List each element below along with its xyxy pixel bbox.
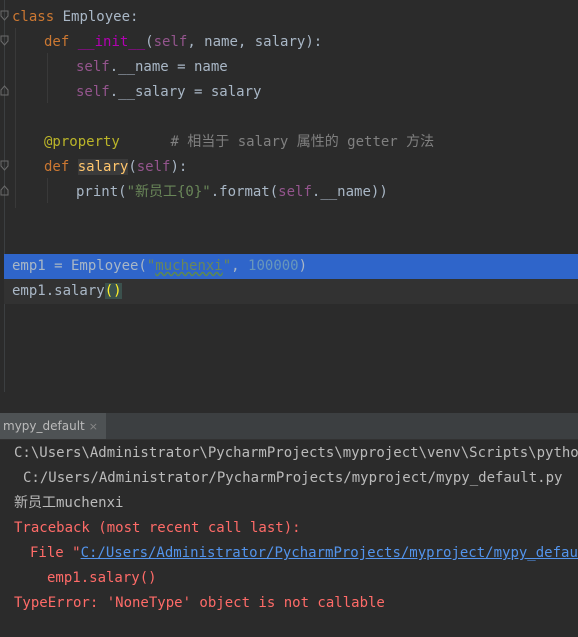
paren: (	[128, 159, 137, 175]
fold-collapse-icon[interactable]	[0, 10, 9, 21]
code-editor[interactable]: class Employee: def __init__(self, name,…	[0, 0, 578, 392]
keyword: class	[12, 9, 55, 25]
indent-guide	[15, 28, 16, 208]
statement: .__name))	[311, 184, 388, 200]
code-line-8: print("新员工{0}".format(self.__name))	[76, 180, 388, 205]
paren: )	[298, 258, 308, 274]
traceback-file-line: File "C:/Users/Administrator/PycharmProj…	[30, 541, 578, 566]
string-literal: muchenxi	[155, 258, 223, 274]
fold-end-icon[interactable]	[0, 85, 9, 96]
function-name: __init__	[77, 34, 146, 50]
fold-collapse-icon[interactable]	[0, 160, 9, 171]
paren: ):	[170, 159, 188, 175]
statement: emp1 = Employee(	[12, 258, 147, 274]
statement: .__name = name	[109, 59, 228, 75]
self-keyword: self	[278, 184, 312, 200]
method-call: .format(	[210, 184, 279, 200]
panel-splitter[interactable]	[0, 392, 578, 413]
params: , name, salary):	[187, 34, 323, 50]
file-prefix: File "	[30, 545, 81, 561]
tab-label: mypy_default	[3, 419, 85, 433]
run-tab-bar: mypy_default ×	[0, 413, 578, 440]
traceback-code-line: emp1.salary()	[47, 570, 157, 586]
tab-mypy-default[interactable]: mypy_default ×	[0, 413, 106, 439]
file-link[interactable]: C:/Users/Administrator/PycharmProjects/m…	[81, 545, 578, 561]
builtin-call: print(	[76, 184, 127, 200]
self-keyword: self	[136, 159, 171, 175]
paren: (	[145, 34, 154, 50]
console-line: C:\Users\Administrator\PycharmProjects\m…	[14, 445, 578, 461]
function-name: salary	[77, 159, 129, 175]
code-line-1: class Employee:	[12, 5, 138, 30]
self-keyword: self	[76, 59, 110, 75]
code-line-3: self.__name = name	[76, 55, 228, 80]
statement: .__salary = salary	[109, 84, 262, 100]
code-line-4: self.__salary = salary	[76, 80, 261, 105]
close-icon[interactable]: ×	[89, 420, 98, 433]
comment: # 相当于 salary 属性的 getter 方法	[170, 134, 435, 150]
decorator: @property	[44, 134, 120, 150]
matched-paren: ()	[104, 283, 122, 299]
class-name: Employee:	[62, 9, 139, 25]
code-line-11: emp1 = Employee("muchenxi", 100000)	[12, 254, 307, 279]
indent-guide	[47, 53, 48, 103]
number-literal: 100000	[248, 258, 299, 274]
comma: ,	[231, 258, 249, 274]
run-console-output[interactable]: C:\Users\Administrator\PycharmProjects\m…	[0, 440, 578, 637]
self-keyword: self	[76, 84, 110, 100]
string-quote: "	[222, 258, 232, 274]
error-message: TypeError: 'NoneType' object is not call…	[14, 595, 385, 611]
self-keyword: self	[153, 34, 188, 50]
gutter-divider	[4, 0, 5, 392]
fold-collapse-icon[interactable]	[0, 35, 9, 46]
console-line: C:/Users/Administrator/PycharmProjects/m…	[23, 470, 563, 486]
code-line-6: @property # 相当于 salary 属性的 getter 方法	[44, 130, 434, 155]
statement: emp1.salary	[12, 283, 105, 299]
code-line-7: def salary(self):	[44, 155, 187, 180]
indent-guide	[47, 178, 48, 203]
keyword: def	[44, 34, 70, 50]
code-line-2: def __init__(self, name, salary):	[44, 30, 322, 55]
code-line-12: emp1.salary()	[12, 279, 122, 304]
fold-end-icon[interactable]	[0, 185, 9, 196]
console-line: 新员工muchenxi	[14, 495, 124, 511]
keyword: def	[44, 159, 70, 175]
string-literal: "新员工{0}"	[126, 184, 211, 200]
traceback-header: Traceback (most recent call last):	[14, 520, 301, 536]
